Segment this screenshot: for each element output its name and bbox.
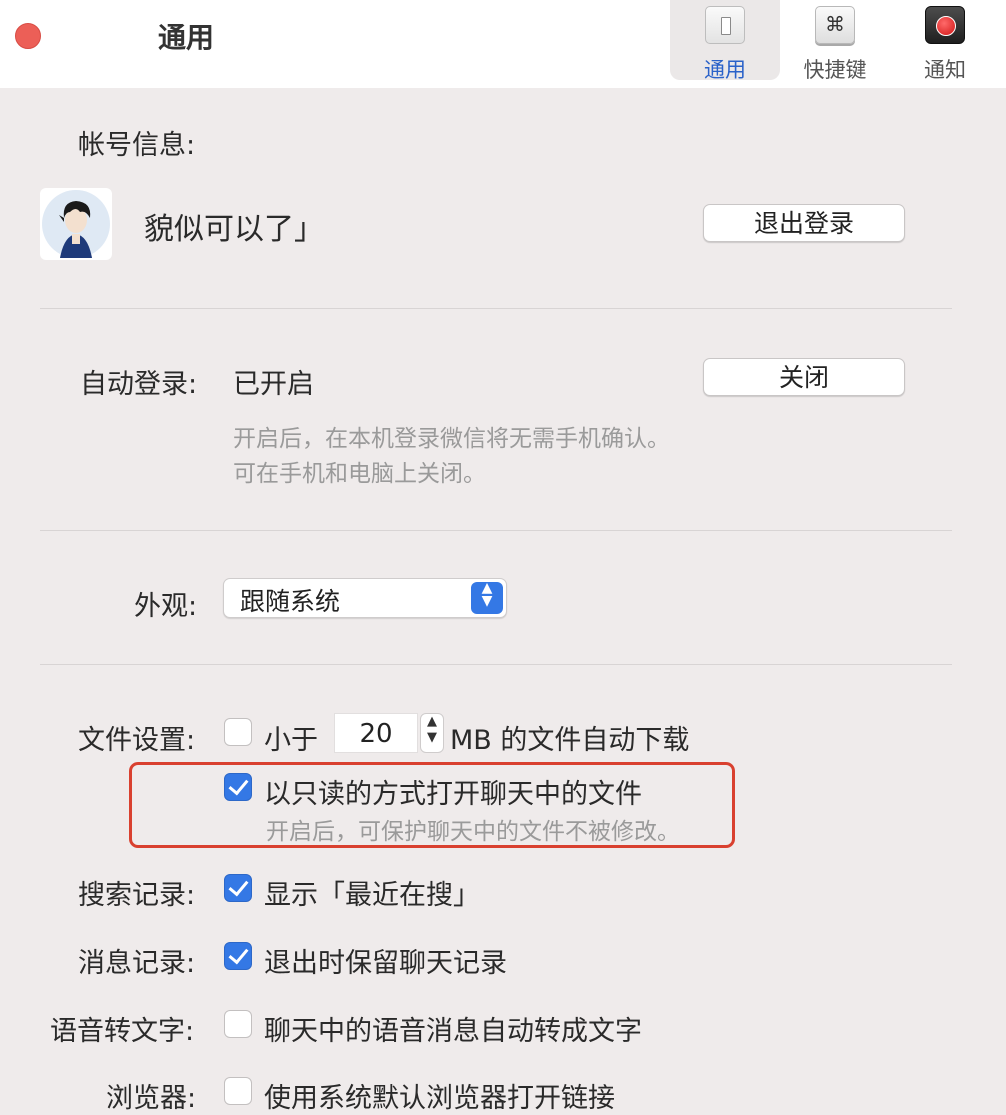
account-section-label: 帐号信息: [78,130,196,161]
divider [40,308,952,309]
search-history-checkbox[interactable] [224,874,252,902]
tab-general[interactable]: 通用 [670,0,780,82]
browser-checkbox[interactable] [224,1077,252,1105]
title-bar: 通用 通用 ⌘ 快捷键 通知 [0,0,1006,88]
tab-shortcuts[interactable]: ⌘ 快捷键 [780,0,890,82]
readonly-open-hint: 开启后，可保护聊天中的文件不被修改。 [266,819,680,845]
divider [40,530,952,531]
voice-to-text-option: 聊天中的语音消息自动转成文字 [264,1016,642,1047]
readonly-open-checkbox[interactable] [224,773,252,801]
up-down-chevron-icon: ▲ ▼ [471,581,503,614]
browser-option: 使用系统默认浏览器打开链接 [264,1083,615,1114]
tab-general-label: 通用 [704,58,746,82]
voice-to-text-checkbox[interactable] [224,1010,252,1038]
search-history-option: 显示「最近在搜」 [264,880,480,911]
logout-button[interactable]: 退出登录 [703,204,905,242]
tab-notifications[interactable]: 通知 [890,0,1000,82]
size-stepper[interactable]: ▲ ▼ [420,713,444,753]
message-history-option: 退出时保留聊天记录 [264,948,507,979]
divider [40,664,952,665]
tab-shortcuts-label: 快捷键 [803,58,867,82]
auto-download-prefix: 小于 [264,725,318,756]
appearance-label: 外观: [134,591,198,622]
avatar-image [42,190,110,258]
command-key-icon: ⌘ [815,6,855,44]
auto-login-label: 自动登录: [80,369,198,400]
appearance-selected-value: 跟随系统 [240,587,341,616]
file-settings-label: 文件设置: [78,725,196,756]
voice-to-text-label: 语音转文字: [50,1016,195,1047]
auto-login-hint-line2: 可在手机和电脑上关闭。 [233,461,486,487]
disable-auto-login-button[interactable]: 关闭 [703,358,905,396]
message-history-label: 消息记录: [78,948,196,979]
auto-login-hint-line1: 开启后，在本机登录微信将无需手机确认。 [233,426,670,452]
appearance-select[interactable]: 跟随系统 ▲ ▼ [223,578,507,618]
auto-download-suffix: MB 的文件自动下载 [450,725,690,756]
tab-notifications-label: 通知 [924,58,966,82]
switch-icon [705,6,745,44]
auto-download-checkbox[interactable] [224,718,252,746]
auto-download-size-input[interactable]: 20 [334,713,418,753]
window-title: 通用 [158,21,215,54]
auto-login-status: 已开启 [233,369,314,400]
browser-label: 浏览器: [106,1083,197,1114]
search-history-label: 搜索记录: [78,880,196,911]
readonly-open-label: 以只读的方式打开聊天中的文件 [264,779,642,810]
message-history-checkbox[interactable] [224,942,252,970]
username: 貌似可以了」 [144,212,324,247]
avatar [40,188,112,260]
close-window-button[interactable] [15,23,41,49]
notification-icon [925,6,965,44]
